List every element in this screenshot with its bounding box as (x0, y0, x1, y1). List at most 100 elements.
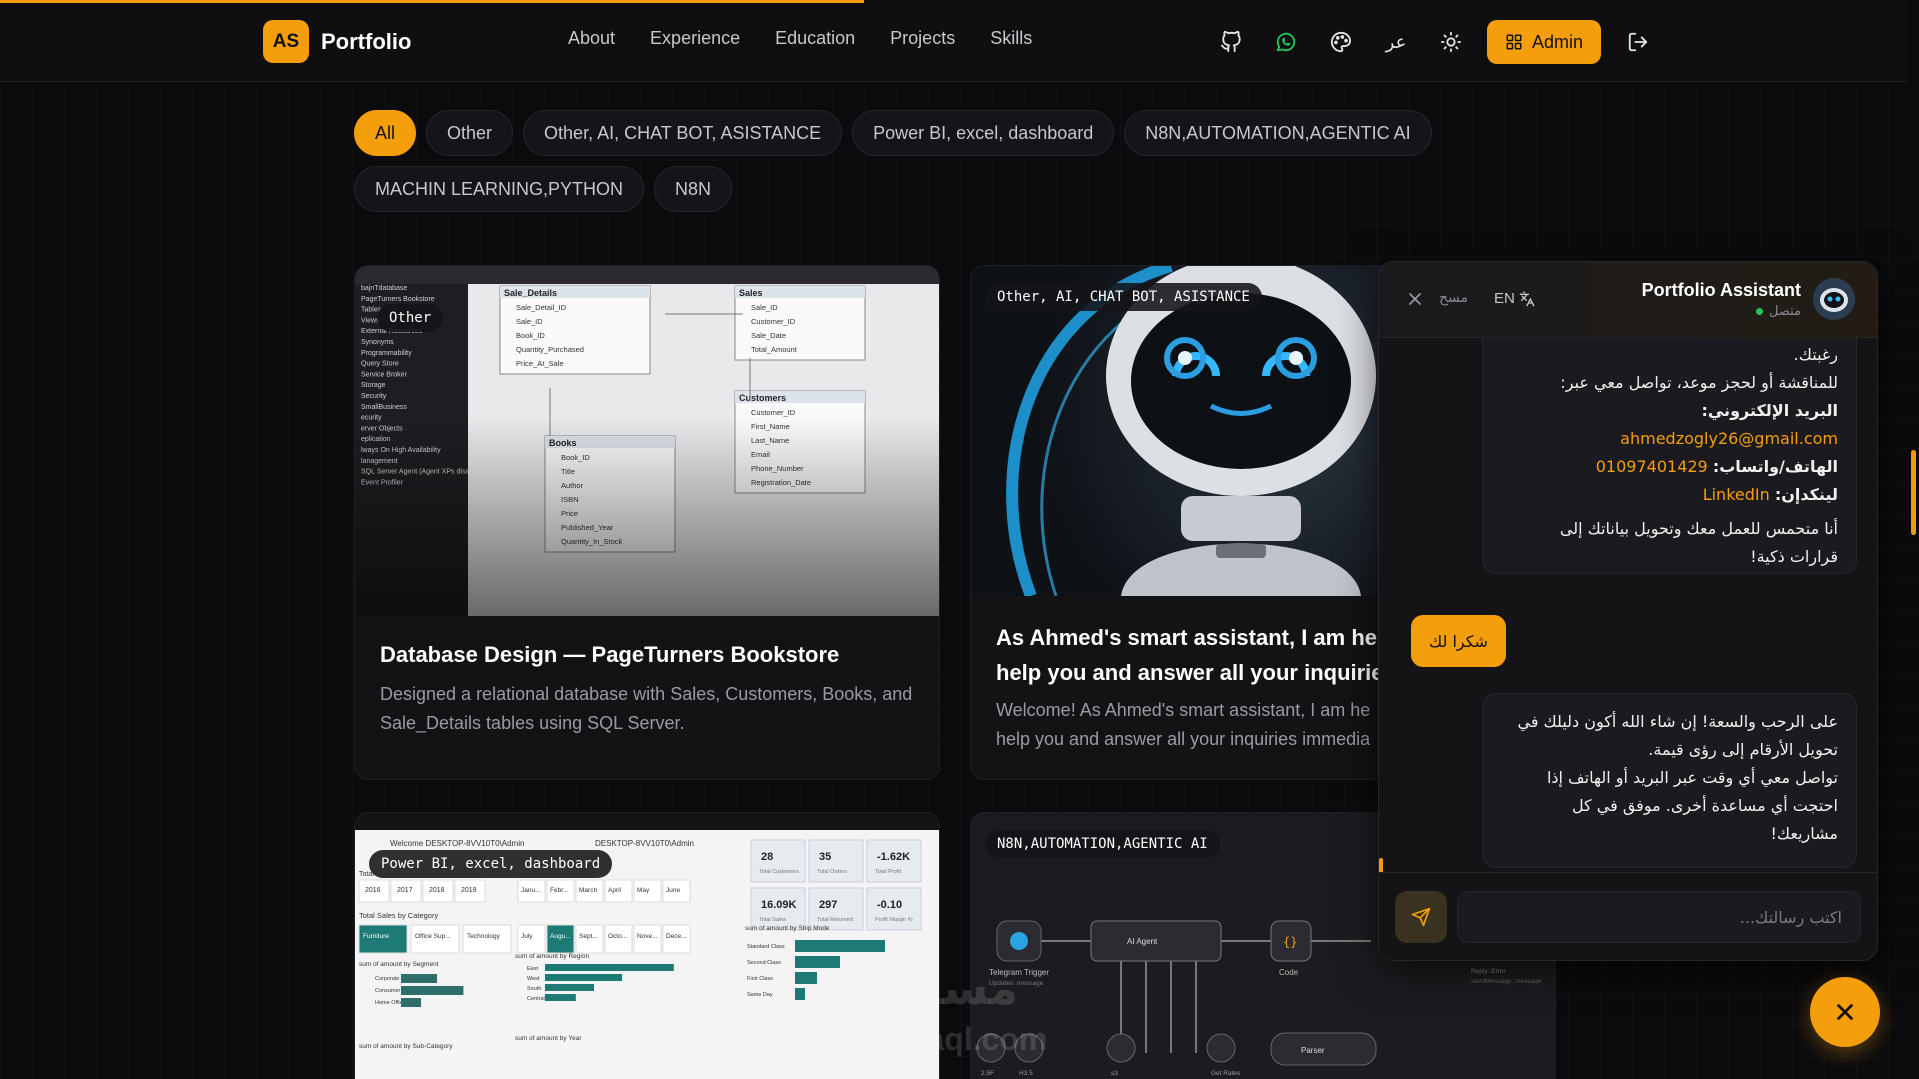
segment-label: Home Office (375, 1000, 405, 1006)
chat-status-text: متصل (1768, 304, 1801, 319)
kpi-value: -0.10 (877, 899, 902, 911)
nav-link-skills[interactable]: Skills (990, 28, 1032, 49)
sidebar-tree-item: PageTurners Bookstore (361, 296, 435, 303)
kpi-label: Total Sales (759, 917, 786, 923)
workflow-node-label: Parser (1301, 1046, 1325, 1055)
tool-label: Get Rates (1211, 1070, 1241, 1077)
filter-chip-machine-learning[interactable]: MACHIN LEARNING,PYTHON (354, 166, 645, 212)
workflow-node-label: Code (1279, 968, 1299, 977)
sidebar-tree-item: Security (361, 393, 387, 400)
year-label: 2016 (365, 887, 381, 894)
nav-link-experience[interactable]: Experience (650, 28, 740, 49)
nav-icons: عر Admin (1210, 20, 1672, 64)
logo[interactable]: AS Portfolio (263, 20, 411, 63)
filter-chip-n8n[interactable]: N8N (654, 166, 733, 212)
dashboard-header-right: DESKTOP-8VV10T0\Admin (595, 839, 694, 848)
shipmode-label: Standard Class (747, 944, 785, 950)
project-title-line2: help you and answer all your inquiries i… (996, 660, 1417, 685)
project-tag: Power BI, excel, dashboard (369, 850, 613, 878)
db-table-name: Sales (739, 288, 763, 298)
message-line: تحويل الأرقام إلى رؤى قيمة. (1648, 740, 1838, 759)
message-line: رغبتك. (1793, 345, 1838, 364)
user-message: شكرا لك (1411, 615, 1506, 667)
shipmode-label: Same Day (747, 992, 773, 998)
region-chart-title: sum of amount by Region (515, 953, 589, 960)
year-label: 2017 (397, 887, 413, 894)
message-line: أنا متحمس للعمل معك وتحويل بياناتك إلى (1559, 519, 1838, 538)
phone-link[interactable]: 01097401429 (1596, 457, 1708, 476)
nav-link-about[interactable]: About (568, 28, 615, 49)
db-table-field: Sale_Detail_ID (516, 303, 567, 312)
email-link[interactable]: ahmedzogly26@gmail.com (1501, 425, 1838, 453)
project-image-database: bajnTdatabase PageTurners Bookstore Tables… (355, 266, 939, 616)
dashboard-header-left: Welcome DESKTOP-8VV10T0\Admin (390, 839, 524, 848)
project-title: Database Design — PageTurners Bookstore (380, 642, 840, 667)
kpi-value: -1.62K (877, 851, 910, 863)
project-filters: All Other Other, AI, CHAT BOT, ASISTANCE… (354, 110, 1454, 222)
kpi-value: 16.09K (761, 899, 797, 911)
project-card-database[interactable]: bajnTdatabase PageTurners Bookstore Tables… (354, 265, 940, 780)
region-label: Central (527, 996, 545, 1002)
region-label: West (527, 976, 540, 982)
chat-scrollbar[interactable] (1379, 858, 1383, 872)
translate-icon (1519, 291, 1535, 306)
admin-button[interactable]: Admin (1487, 20, 1602, 64)
category-label: Furniture (363, 933, 389, 940)
chat-status: متصل (1755, 304, 1801, 319)
filter-chip-powerbi[interactable]: Power BI, excel, dashboard (852, 110, 1115, 156)
region-bar (545, 984, 594, 991)
page-scrollbar[interactable] (1911, 450, 1916, 535)
db-table-field: Sale_ID (516, 317, 543, 326)
filter-chip-all[interactable]: All (354, 110, 417, 156)
github-icon[interactable] (1210, 21, 1252, 63)
month-label: June (666, 887, 680, 894)
filter-chip-other[interactable]: Other (426, 110, 514, 156)
category-label: Office Sup... (415, 933, 451, 940)
filter-chip-n8n-automation[interactable]: N8N,AUTOMATION,AGENTIC AI (1124, 110, 1432, 156)
code-icon: {} (1283, 935, 1297, 949)
send-button[interactable] (1395, 891, 1447, 943)
chat-clear-button[interactable]: مسح (1439, 290, 1468, 306)
message-line: احتجت أي مساعدة أخرى. موفق في كل (1571, 796, 1838, 815)
close-icon[interactable] (1405, 289, 1425, 309)
month-label: March (579, 887, 597, 894)
sidebar-tree-item: Service Broker (361, 371, 408, 378)
phone-label: الهاتف/واتساب: (1712, 457, 1838, 476)
chat-input[interactable] (1457, 891, 1861, 943)
telegram-icon (1010, 932, 1028, 950)
nav-link-education[interactable]: Education (775, 28, 855, 49)
segment-bar (401, 974, 437, 983)
nav-link-projects[interactable]: Projects (890, 28, 955, 49)
shipmode-bar (795, 940, 885, 952)
linkedin-link[interactable]: LinkedIn (1703, 485, 1770, 504)
watermark-logo: مستقل mostaql.com (850, 962, 1048, 1057)
project-tag: Other (377, 304, 444, 332)
chat-language-toggle[interactable]: EN (1494, 290, 1535, 307)
month-label: April (608, 887, 622, 894)
db-table-field: Customer_ID (751, 317, 796, 326)
shipmode-label: First Class (747, 976, 773, 982)
logout-icon[interactable] (1617, 21, 1659, 63)
whatsapp-icon[interactable] (1265, 21, 1307, 63)
filter-chip-ai-chatbot[interactable]: Other, AI, CHAT BOT, ASISTANCE (523, 110, 843, 156)
segment-bar (401, 998, 421, 1007)
message-line: تواصل معي أي وقت عبر البريد أو الهاتف إذ… (1546, 768, 1838, 787)
project-tag: Other, AI, CHAT BOT, ASISTANCE (985, 283, 1262, 311)
chat-lang-label: EN (1494, 290, 1515, 307)
db-table-name: Sale_Details (504, 288, 557, 298)
sidebar-tree-item: Synonyms (361, 339, 394, 346)
email-label: البريد الإلكتروني: (1701, 401, 1838, 420)
palette-icon[interactable] (1320, 21, 1362, 63)
language-toggle[interactable]: عر (1375, 21, 1417, 63)
kpi-label: Total Customers (759, 869, 799, 875)
workflow-node-label: AI Agent (1127, 937, 1158, 946)
chat-toggle-button[interactable] (1810, 977, 1880, 1047)
chat-messages: رغبتك. للمناقشة أو لحجز موعد، تواصل معي … (1379, 338, 1877, 872)
workflow-node-sublabel: sendMessage: message (1471, 978, 1542, 985)
sidebar-tree-item: SmallBusiness (361, 404, 407, 411)
send-icon (1411, 907, 1431, 927)
month-label: Augu... (550, 933, 571, 940)
sun-icon[interactable] (1430, 21, 1472, 63)
admin-label: Admin (1532, 31, 1584, 52)
region-label: South (527, 986, 541, 992)
